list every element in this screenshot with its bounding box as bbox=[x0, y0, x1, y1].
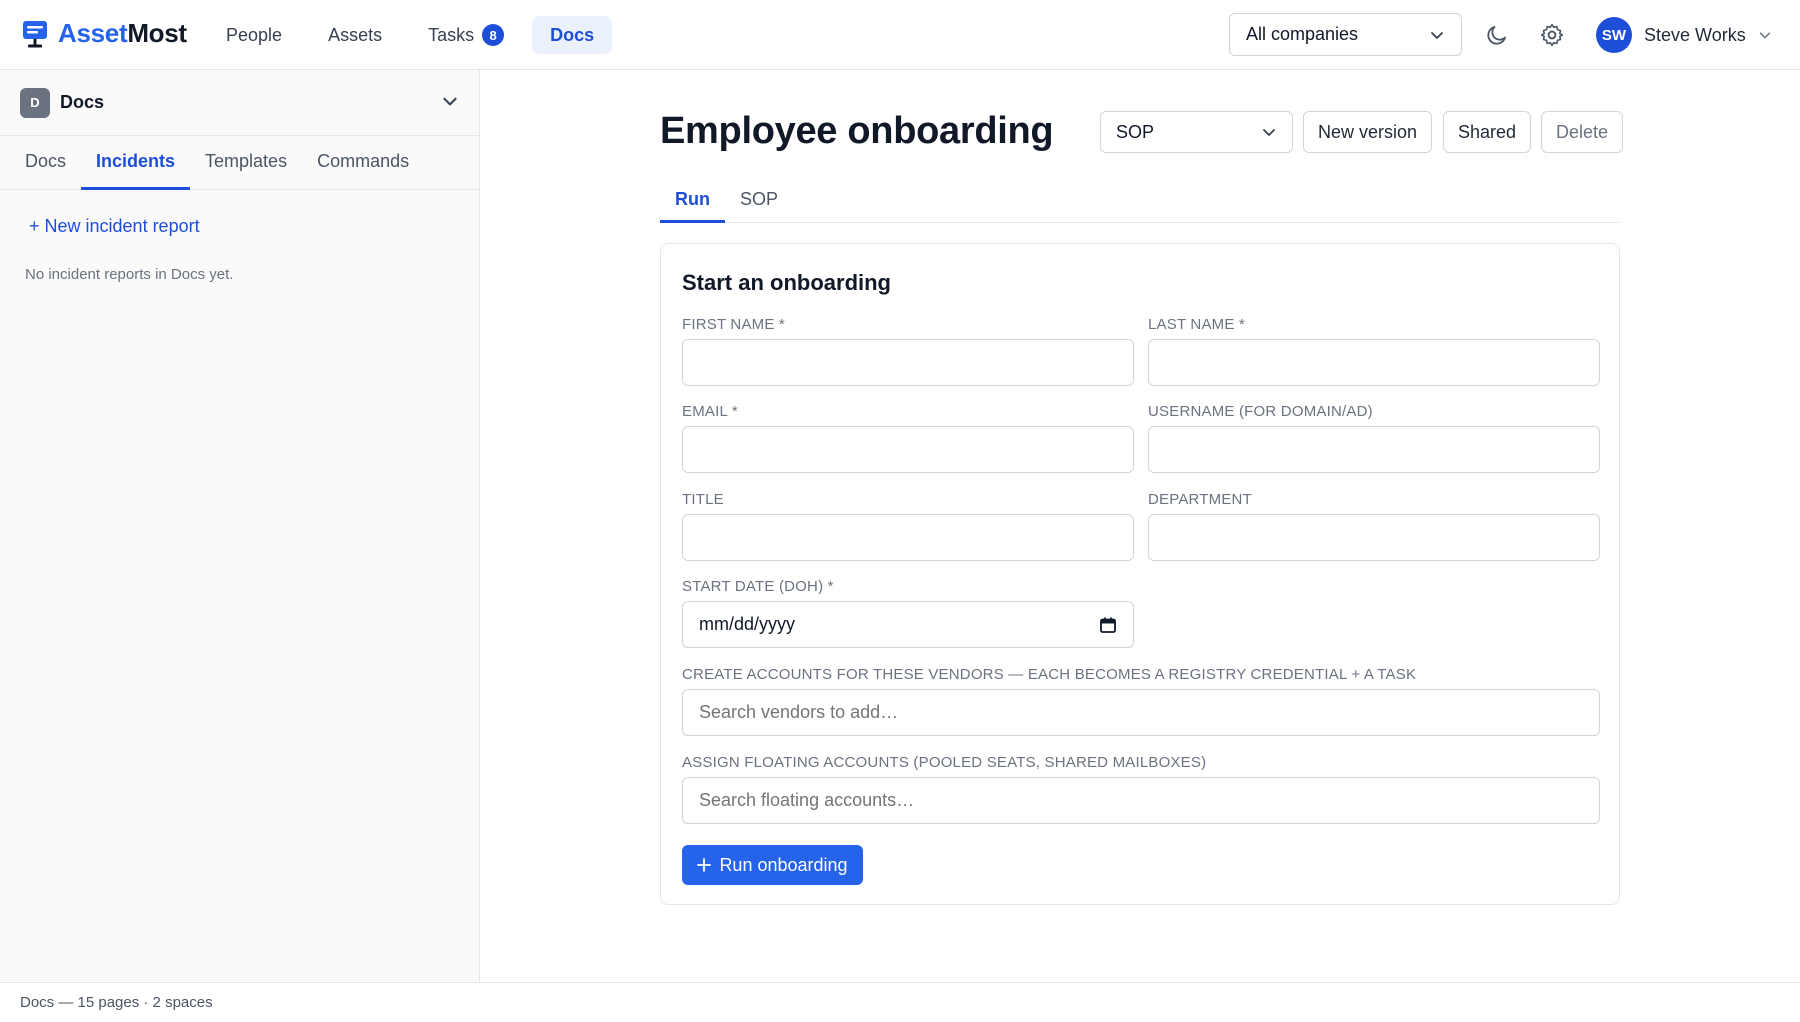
new-incident-link[interactable]: + New incident report bbox=[29, 216, 200, 237]
tab-docs[interactable]: Docs bbox=[10, 136, 81, 190]
brand-logo[interactable]: AssetMost bbox=[22, 18, 187, 49]
brand-name: AssetMost bbox=[58, 18, 187, 48]
calendar-icon[interactable] bbox=[1099, 616, 1117, 634]
tab-templates[interactable]: Templates bbox=[190, 136, 302, 190]
moon-icon bbox=[1487, 26, 1506, 45]
run-onboarding-button[interactable]: Run onboarding bbox=[682, 845, 863, 885]
empty-state-text: No incident reports in Docs yet. bbox=[25, 266, 234, 283]
vendors-search-input[interactable] bbox=[682, 689, 1600, 736]
top-nav: People Assets Tasks 8 Docs bbox=[208, 16, 613, 54]
tab-sop[interactable]: SOP bbox=[725, 178, 793, 223]
user-menu[interactable]: SW Steve Works bbox=[1596, 17, 1772, 53]
main-tabs: Run SOP bbox=[660, 178, 1620, 223]
form-title: Start an onboarding bbox=[682, 270, 891, 295]
title-input[interactable] bbox=[682, 514, 1134, 561]
gear-icon bbox=[1540, 23, 1564, 47]
delete-button[interactable]: Delete bbox=[1541, 111, 1623, 153]
start-date-label: START DATE (DOH) * bbox=[682, 578, 834, 595]
tab-run[interactable]: Run bbox=[660, 178, 725, 223]
start-date-input[interactable]: mm/dd/yyyy bbox=[682, 601, 1134, 648]
tab-incidents[interactable]: Incidents bbox=[81, 136, 191, 190]
floating-accounts-search-input[interactable] bbox=[682, 777, 1600, 824]
new-version-button[interactable]: New version bbox=[1303, 111, 1432, 153]
company-select[interactable]: All companies bbox=[1229, 13, 1462, 56]
space-switcher[interactable]: D Docs bbox=[0, 70, 479, 136]
top-bar: AssetMost People Assets Tasks 8 Docs All … bbox=[0, 0, 1800, 70]
status-footer: Docs — 15 pages · 2 spaces bbox=[0, 982, 1800, 1022]
chevron-down-icon bbox=[1759, 32, 1770, 39]
space-name: Docs bbox=[60, 92, 105, 112]
mode-select[interactable]: SOP bbox=[1100, 111, 1293, 153]
email-label: EMAIL * bbox=[682, 403, 738, 420]
username-label: USERNAME (FOR DOMAIN/AD) bbox=[1148, 403, 1373, 420]
floating-accounts-label: ASSIGN FLOATING ACCOUNTS (POOLED SEATS, … bbox=[682, 754, 1207, 771]
sidebar-tabs: Docs Incidents Templates Commands bbox=[0, 136, 479, 190]
plus-icon bbox=[697, 858, 712, 872]
last-name-label: LAST NAME * bbox=[1148, 316, 1245, 333]
nav-item-docs[interactable]: Docs bbox=[532, 16, 613, 54]
space-avatar: D bbox=[20, 87, 50, 118]
footer-stats: Docs — 15 pages · 2 spaces bbox=[20, 994, 213, 1011]
last-name-input[interactable] bbox=[1148, 339, 1600, 386]
chevron-down-icon bbox=[1431, 31, 1443, 39]
nav-item-tasks[interactable]: Tasks 8 bbox=[410, 16, 522, 54]
onboarding-form-card: Start an onboarding FIRST NAME * LAST NA… bbox=[660, 243, 1620, 905]
tab-commands[interactable]: Commands bbox=[302, 136, 424, 190]
start-date-value: mm/dd/yyyy bbox=[699, 614, 796, 634]
nav-item-assets[interactable]: Assets bbox=[310, 16, 400, 54]
nav-item-people[interactable]: People bbox=[208, 16, 300, 54]
chevron-down-icon bbox=[1263, 129, 1275, 136]
username-input[interactable] bbox=[1148, 426, 1600, 473]
user-name: Steve Works bbox=[1644, 24, 1746, 45]
first-name-input[interactable] bbox=[682, 339, 1134, 386]
monitor-logo-icon bbox=[23, 20, 47, 47]
tasks-count-badge: 8 bbox=[482, 24, 505, 46]
mode-select-value: SOP bbox=[1116, 121, 1155, 142]
shared-button[interactable]: Shared bbox=[1443, 111, 1531, 153]
theme-toggle-button[interactable] bbox=[1480, 18, 1514, 52]
first-name-label: FIRST NAME * bbox=[682, 316, 785, 333]
chevron-down-icon bbox=[443, 97, 457, 106]
page-title: Employee onboarding bbox=[660, 110, 1054, 152]
title-label: TITLE bbox=[682, 491, 724, 508]
email-input[interactable] bbox=[682, 426, 1134, 473]
vendors-label: CREATE ACCOUNTS FOR THESE VENDORS — EACH… bbox=[682, 666, 1417, 683]
department-label: DEPARTMENT bbox=[1148, 491, 1252, 508]
company-select-value: All companies bbox=[1246, 24, 1359, 44]
sidebar: D Docs Docs Incidents Templates Commands… bbox=[0, 70, 480, 982]
settings-button[interactable] bbox=[1535, 18, 1569, 52]
avatar: SW bbox=[1596, 17, 1632, 53]
department-input[interactable] bbox=[1148, 514, 1600, 561]
